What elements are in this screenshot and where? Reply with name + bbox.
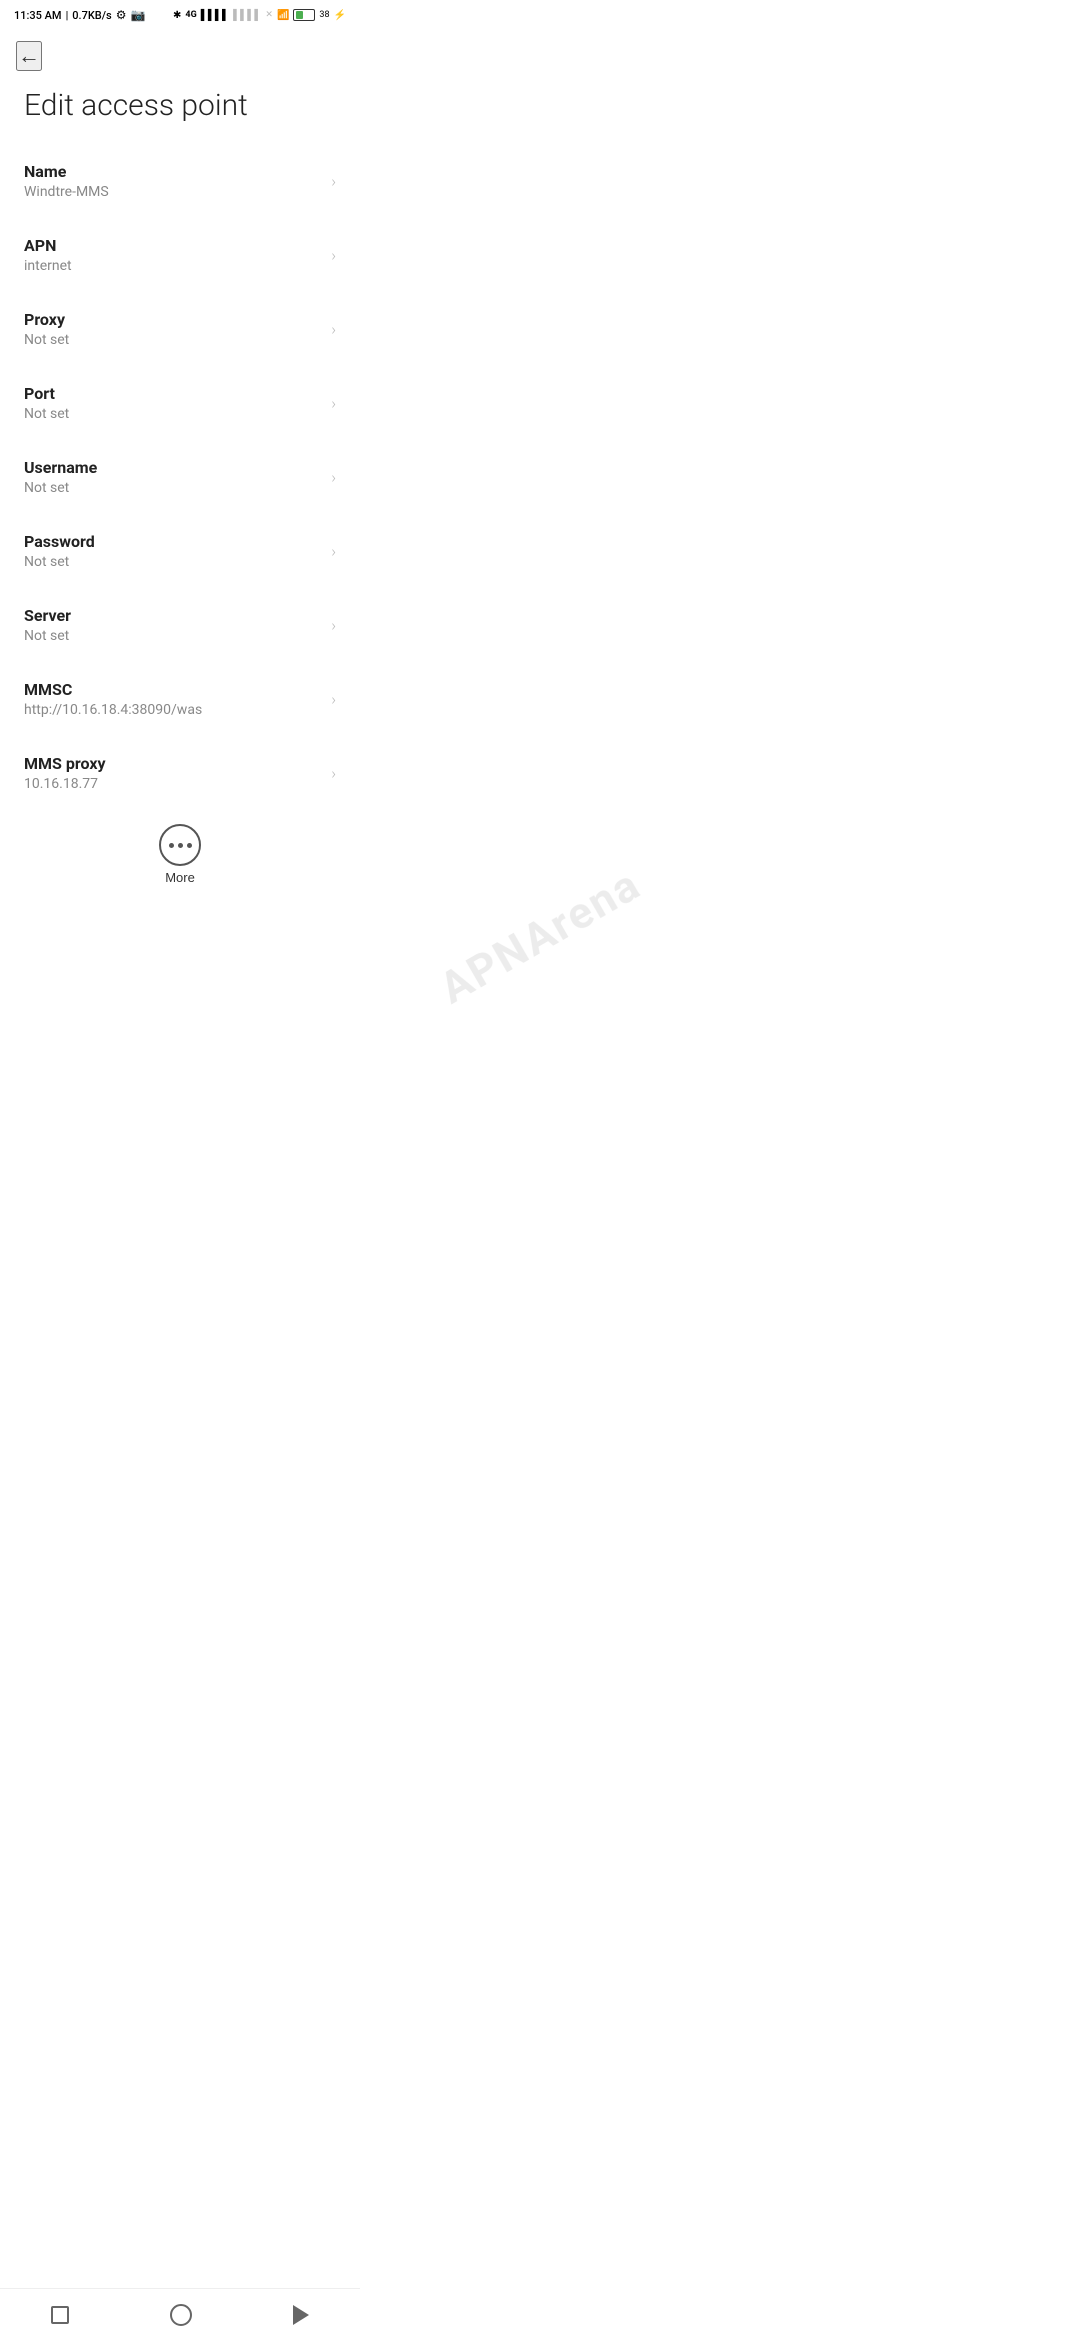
settings-item-value: 10.16.18.77: [24, 776, 106, 792]
settings-item-text: Proxy Not set: [24, 310, 69, 348]
settings-item-value: Not set: [24, 332, 69, 348]
settings-item-value: internet: [24, 258, 72, 274]
home-icon: [170, 2304, 192, 2326]
settings-item-label: Username: [24, 458, 97, 477]
settings-item-value: Not set: [24, 554, 95, 570]
settings-item-text: Password Not set: [24, 532, 95, 570]
status-left: 11:35 AM | 0.7KB/s ⚙ 📷: [14, 8, 145, 22]
recents-button[interactable]: [51, 2306, 69, 2324]
settings-item-label: Server: [24, 606, 71, 625]
settings-item-name[interactable]: Name Windtre-MMS ›: [0, 144, 360, 218]
battery-indicator: [293, 9, 315, 21]
settings-item-password[interactable]: Password Not set ›: [0, 514, 360, 588]
charging-icon: ⚡: [334, 10, 346, 21]
more-dots: [169, 843, 192, 848]
chevron-right-icon: ›: [331, 394, 336, 413]
separator: |: [66, 9, 69, 22]
more-dot-3: [187, 843, 192, 848]
battery-fill: [296, 11, 302, 19]
settings-item-label: MMS proxy: [24, 754, 106, 773]
more-dot-1: [169, 843, 174, 848]
status-bar: 11:35 AM | 0.7KB/s ⚙ 📷 ✱ 4G ▌▌▌▌ ▌▌▌▌ ✕ …: [0, 0, 360, 28]
settings-item-label: Port: [24, 384, 69, 403]
chevron-right-icon: ›: [331, 172, 336, 191]
settings-item-label: MMSC: [24, 680, 202, 699]
settings-item-mmsc[interactable]: MMSC http://10.16.18.4:38090/was ›: [0, 662, 360, 736]
settings-item-text: APN internet: [24, 236, 72, 274]
back-button[interactable]: ←: [16, 41, 42, 71]
settings-item-value: Not set: [24, 628, 71, 644]
settings-item-value: Not set: [24, 480, 97, 496]
settings-item-label: Name: [24, 162, 109, 181]
settings-item-label: Proxy: [24, 310, 69, 329]
signal-bars2-icon: ▌▌▌▌: [233, 10, 261, 21]
chevron-right-icon: ›: [331, 468, 336, 487]
settings-item-text: Username Not set: [24, 458, 97, 496]
chevron-right-icon: ›: [331, 542, 336, 561]
more-circle: [159, 824, 201, 866]
signal-bars-icon: ▌▌▌▌: [201, 10, 229, 21]
bluetooth-icon: ✱: [173, 10, 181, 21]
signal-4g-icon: 4G: [185, 10, 196, 20]
chevron-right-icon: ›: [331, 616, 336, 635]
chevron-right-icon: ›: [331, 764, 336, 783]
settings-item-username[interactable]: Username Not set ›: [0, 440, 360, 514]
chevron-right-icon: ›: [331, 690, 336, 709]
settings-item-value: Windtre-MMS: [24, 184, 109, 200]
settings-item-label: Password: [24, 532, 95, 551]
settings-item-label: APN: [24, 236, 72, 255]
status-right: ✱ 4G ▌▌▌▌ ▌▌▌▌ ✕ 📶 38 ⚡: [173, 9, 346, 21]
settings-list: Name Windtre-MMS › APN internet › Proxy …: [0, 144, 360, 810]
back-nav-button[interactable]: [293, 2305, 309, 2325]
network-speed: 0.7KB/s: [72, 9, 111, 22]
recents-icon: [51, 2306, 69, 2324]
content-area: Name Windtre-MMS › APN internet › Proxy …: [0, 144, 360, 1005]
bottom-nav: [0, 2288, 360, 2340]
signal-x-icon: ✕: [265, 10, 273, 20]
more-button[interactable]: More: [159, 824, 201, 885]
toolbar: ←: [0, 28, 360, 80]
settings-item-proxy[interactable]: Proxy Not set ›: [0, 292, 360, 366]
settings-item-value: Not set: [24, 406, 69, 422]
chevron-right-icon: ›: [331, 246, 336, 265]
settings-item-apn[interactable]: APN internet ›: [0, 218, 360, 292]
settings-item-value: http://10.16.18.4:38090/was: [24, 702, 202, 718]
battery-percent: 38: [319, 10, 329, 20]
settings-item-port[interactable]: Port Not set ›: [0, 366, 360, 440]
settings-icon: ⚙: [116, 8, 127, 22]
camera-icon: 📷: [130, 8, 145, 22]
wifi-icon: 📶: [277, 10, 289, 21]
settings-item-text: MMS proxy 10.16.18.77: [24, 754, 106, 792]
page-title: Edit access point: [0, 80, 360, 144]
more-dot-2: [178, 843, 183, 848]
settings-item-text: Port Not set: [24, 384, 69, 422]
settings-item-mms-proxy[interactable]: MMS proxy 10.16.18.77 ›: [0, 736, 360, 810]
more-label: More: [165, 870, 195, 885]
settings-item-text: Name Windtre-MMS: [24, 162, 109, 200]
more-section: More: [0, 810, 360, 895]
settings-item-server[interactable]: Server Not set ›: [0, 588, 360, 662]
time: 11:35 AM: [14, 9, 62, 22]
back-nav-icon: [293, 2305, 309, 2325]
chevron-right-icon: ›: [331, 320, 336, 339]
settings-item-text: Server Not set: [24, 606, 71, 644]
home-button[interactable]: [170, 2304, 192, 2326]
watermark: APNArena: [431, 858, 650, 1014]
settings-item-text: MMSC http://10.16.18.4:38090/was: [24, 680, 202, 718]
